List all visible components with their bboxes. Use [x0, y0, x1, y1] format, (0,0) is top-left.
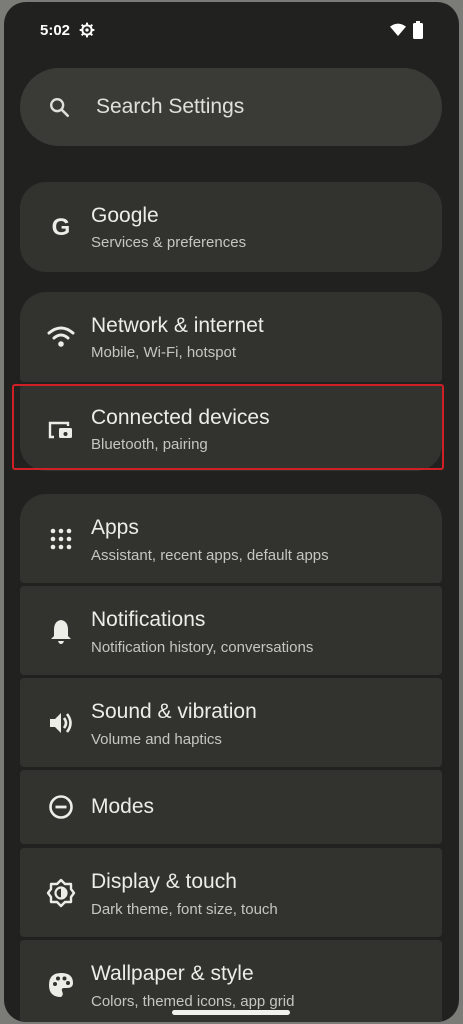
connected-devices-icon	[46, 415, 76, 445]
item-subtitle: Mobile, Wi-Fi, hotspot	[91, 344, 237, 361]
status-bar: 5:02	[4, 2, 459, 54]
item-title: Wallpaper & style	[91, 962, 254, 985]
settings-item-modes[interactable]: Modes	[20, 770, 442, 844]
settings-item-apps[interactable]: Apps Assistant, recent apps, default app…	[20, 494, 442, 583]
modes-icon	[46, 792, 76, 822]
settings-item-notifications[interactable]: Notifications Notification history, conv…	[20, 586, 442, 675]
item-subtitle: Volume and haptics	[91, 731, 222, 748]
settings-screen: 5:02 Search Settings G Google Services &…	[4, 2, 459, 1022]
item-title: Modes	[91, 795, 155, 818]
item-title: Apps	[91, 516, 139, 539]
settings-item-connected-devices[interactable]: Connected devices Bluetooth, pairing	[20, 385, 442, 471]
gear-icon	[79, 22, 95, 38]
item-title: Sound & vibration	[91, 700, 257, 723]
item-subtitle: Bluetooth, pairing	[91, 436, 208, 453]
settings-item-display[interactable]: Display & touch Dark theme, font size, t…	[20, 848, 442, 937]
settings-item-sound[interactable]: Sound & vibration Volume and haptics	[20, 678, 442, 767]
brightness-icon	[46, 878, 76, 908]
item-subtitle: Notification history, conversations	[91, 639, 314, 656]
svg-text:G: G	[52, 214, 71, 241]
gesture-navigation-bar[interactable]	[172, 1010, 290, 1015]
item-subtitle: Services & preferences	[91, 234, 247, 251]
item-title: Network & internet	[91, 314, 264, 337]
item-title: Display & touch	[91, 870, 237, 893]
settings-item-google[interactable]: G Google Services & preferences	[20, 182, 442, 272]
item-subtitle: Colors, themed icons, app grid	[91, 993, 295, 1010]
wifi-icon	[46, 322, 76, 352]
status-time: 5:02	[40, 22, 71, 39]
search-icon	[50, 98, 69, 117]
settings-item-network[interactable]: Network & internet Mobile, Wi-Fi, hotspo…	[20, 292, 442, 382]
wifi-signal-icon	[390, 23, 406, 36]
search-settings-bar[interactable]: Search Settings	[20, 68, 442, 146]
apps-grid-icon	[46, 524, 76, 554]
search-placeholder: Search Settings	[96, 95, 245, 118]
item-title: Google	[91, 204, 159, 227]
palette-icon	[46, 970, 76, 1000]
volume-icon	[46, 708, 76, 738]
battery-icon	[413, 21, 423, 39]
google-icon: G	[46, 212, 76, 242]
item-subtitle: Assistant, recent apps, default apps	[91, 547, 329, 564]
item-subtitle: Dark theme, font size, touch	[91, 901, 278, 918]
item-title: Notifications	[91, 608, 206, 631]
item-title: Connected devices	[91, 406, 270, 429]
bell-icon	[46, 616, 76, 646]
